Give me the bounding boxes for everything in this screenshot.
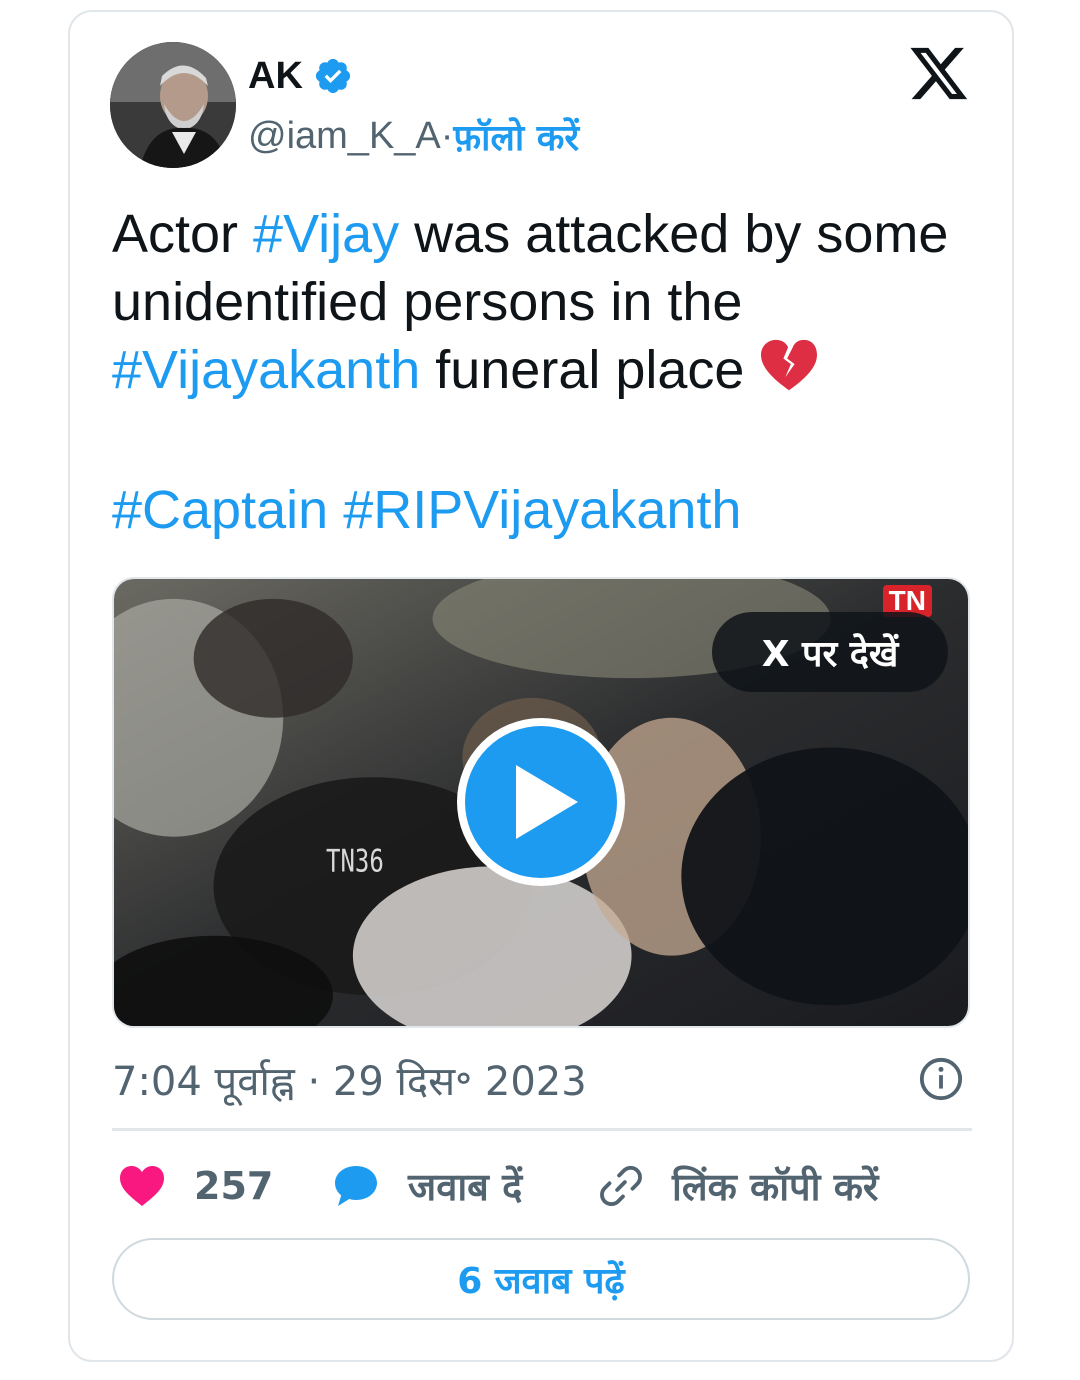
author-handle[interactable]: @iam_K_A — [248, 115, 441, 158]
verified-badge-icon — [315, 58, 350, 94]
tweet-timestamp[interactable]: 7:04 पूर्वाह्न · 29 दिस॰ 2023 — [112, 1052, 587, 1107]
tweet-text-part: Actor — [112, 204, 254, 264]
reply-action[interactable]: जवाब दें — [332, 1156, 522, 1216]
follow-link[interactable]: फ़ॉलो करें — [453, 112, 579, 161]
broken-heart-icon — [761, 339, 818, 391]
avatar[interactable] — [110, 42, 236, 168]
info-icon[interactable] — [918, 1056, 964, 1102]
reply-bubble-icon — [335, 1166, 377, 1206]
author-name-row: AK — [248, 52, 353, 100]
read-replies-button[interactable]: 6 जवाब पढ़ें — [112, 1238, 970, 1320]
author-handle-row: @iam_K_A · फ़ॉलो करें — [248, 112, 579, 161]
copy-link-action[interactable]: लिंक कॉपी करें — [598, 1156, 878, 1216]
watch-on-x-button[interactable]: X पर देखें — [712, 612, 948, 692]
hashtag-captain[interactable]: #Captain — [112, 480, 328, 540]
reply-label: जवाब दें — [408, 1165, 523, 1209]
like-action[interactable]: 257 — [118, 1156, 273, 1216]
link-icon — [600, 1165, 642, 1206]
copy-link-label: लिंक कॉपी करें — [672, 1165, 879, 1209]
hashtag-ripvijayakanth[interactable]: #RIPVijayakanth — [343, 480, 741, 540]
tweet-text-part: funeral place — [420, 340, 760, 400]
author-display-name[interactable]: AK — [248, 55, 303, 98]
tweet-text: Actor #Vijay was attacked by some uniden… — [112, 200, 992, 404]
video-overlay-plate: TN36 — [326, 842, 384, 880]
hashtag-vijay[interactable]: #Vijay — [253, 204, 399, 264]
x-logo-icon[interactable] — [908, 46, 970, 104]
heart-icon — [120, 1166, 164, 1206]
like-count: 257 — [194, 1164, 274, 1208]
divider — [112, 1128, 972, 1131]
hashtag-vijayakanth[interactable]: #Vijayakanth — [112, 340, 420, 400]
tweet-actions: 257 जवाब दें लिंक कॉपी करें — [118, 1156, 998, 1216]
tweet-hashtags-line: #Captain #RIPVijayakanth — [112, 476, 741, 544]
separator: · — [440, 115, 454, 157]
play-icon[interactable] — [454, 715, 628, 889]
